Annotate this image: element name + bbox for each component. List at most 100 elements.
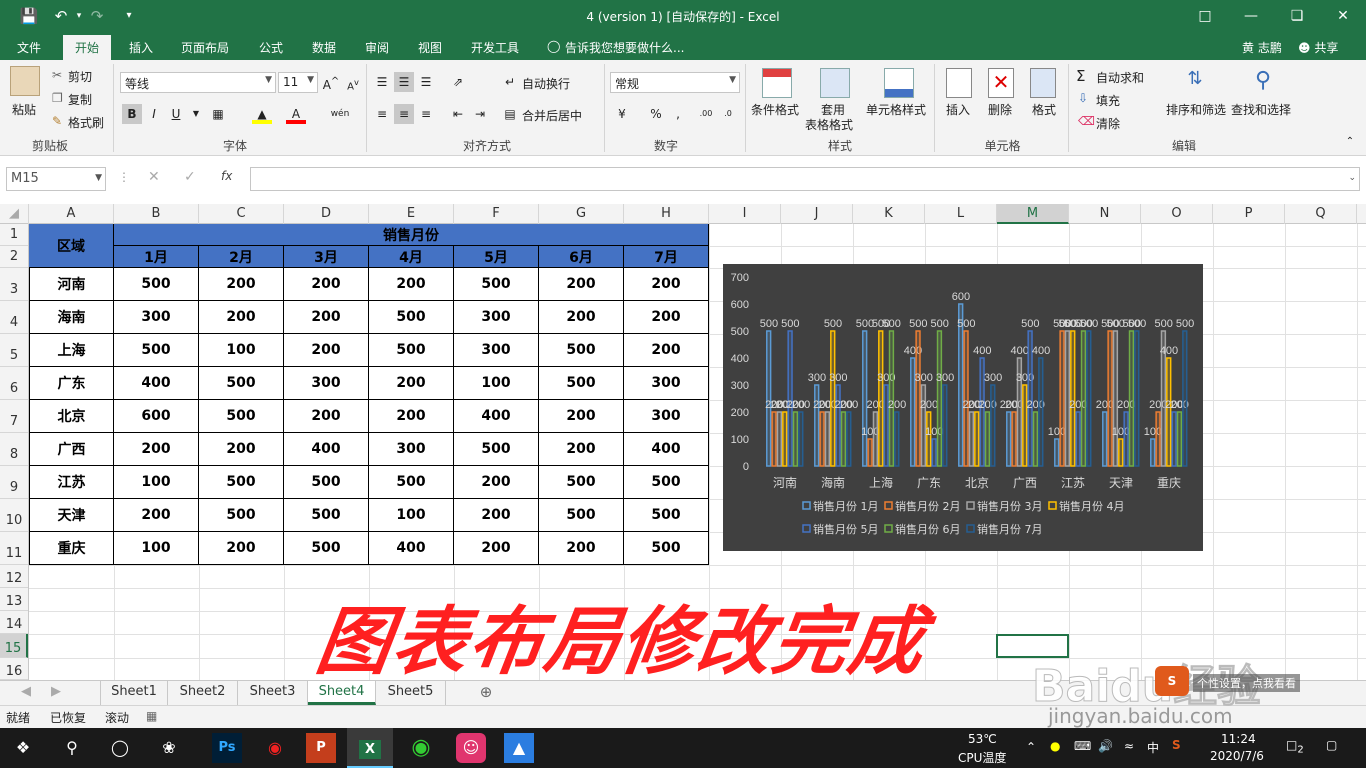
col-header-i[interactable]: I: [709, 204, 781, 224]
network-icon[interactable]: ≈: [1124, 739, 1134, 753]
italic-button[interactable]: I: [144, 104, 164, 124]
number-format-select[interactable]: 常规 ▼: [610, 72, 740, 93]
value-cell[interactable]: 500: [624, 466, 709, 499]
photoshop-icon[interactable]: Ps: [212, 733, 242, 763]
delete-button[interactable]: 删除: [988, 101, 1012, 118]
region-cell[interactable]: 海南: [29, 301, 114, 334]
month-header-cell[interactable]: 2月: [199, 246, 284, 268]
col-header-h[interactable]: H: [624, 204, 709, 224]
bold-button[interactable]: B: [122, 104, 142, 124]
col-header-e[interactable]: E: [369, 204, 454, 224]
value-cell[interactable]: 200: [369, 268, 454, 301]
fill-button[interactable]: 填充: [1096, 92, 1120, 109]
row-header-8[interactable]: 8: [0, 433, 28, 466]
row-header-2[interactable]: 2: [0, 246, 28, 268]
value-cell[interactable]: 300: [114, 301, 199, 334]
value-cell[interactable]: 500: [199, 499, 284, 532]
region-cell[interactable]: 上海: [29, 334, 114, 367]
value-cell[interactable]: 100: [369, 499, 454, 532]
tab-file[interactable]: 文件: [17, 39, 41, 56]
region-cell[interactable]: 河南: [29, 268, 114, 301]
align-bottom-icon[interactable]: ☰: [416, 72, 436, 92]
browser-icon[interactable]: ◉: [406, 733, 436, 763]
value-cell[interactable]: 200: [284, 301, 369, 334]
format-button[interactable]: 格式: [1032, 101, 1056, 118]
value-cell[interactable]: 100: [114, 532, 199, 565]
row-header-14[interactable]: 14: [0, 611, 28, 634]
region-cell[interactable]: 重庆: [29, 532, 114, 565]
col-header-d[interactable]: D: [284, 204, 369, 224]
value-cell[interactable]: 200: [284, 334, 369, 367]
clear-button[interactable]: 清除: [1096, 115, 1120, 132]
share-button[interactable]: ☻ 共享: [1298, 39, 1338, 56]
value-cell[interactable]: 100: [454, 367, 539, 400]
value-cell[interactable]: 400: [624, 433, 709, 466]
value-cell[interactable]: 500: [369, 301, 454, 334]
region-cell[interactable]: 江苏: [29, 466, 114, 499]
select-all-corner[interactable]: ◢: [0, 204, 29, 224]
align-top-icon[interactable]: ☰: [372, 72, 392, 92]
value-cell[interactable]: 200: [114, 433, 199, 466]
value-cell[interactable]: 200: [199, 532, 284, 565]
row-header-12[interactable]: 12: [0, 565, 28, 588]
increase-decimal-icon[interactable]: .00: [696, 104, 716, 124]
name-box[interactable]: M15 ▼: [6, 167, 106, 191]
value-cell[interactable]: 500: [199, 466, 284, 499]
increase-indent-icon[interactable]: ⇥: [470, 104, 490, 124]
value-cell[interactable]: 300: [624, 367, 709, 400]
ime-language[interactable]: 中: [1147, 739, 1159, 756]
border-icon[interactable]: ▦: [208, 104, 228, 124]
value-cell[interactable]: 500: [284, 499, 369, 532]
collapse-ribbon-icon[interactable]: ⌃: [1340, 132, 1360, 152]
value-cell[interactable]: 400: [114, 367, 199, 400]
value-cell[interactable]: 500: [369, 466, 454, 499]
decrease-indent-icon[interactable]: ⇤: [448, 104, 468, 124]
value-cell[interactable]: 200: [539, 532, 624, 565]
sheet-tab-3[interactable]: Sheet3: [238, 681, 308, 705]
find-select-button[interactable]: 查找和选择: [1231, 101, 1291, 118]
value-cell[interactable]: 500: [114, 268, 199, 301]
col-header-f[interactable]: F: [454, 204, 539, 224]
paste-icon[interactable]: [10, 66, 40, 96]
value-cell[interactable]: 500: [539, 466, 624, 499]
value-cell[interactable]: 400: [454, 400, 539, 433]
region-cell[interactable]: 北京: [29, 400, 114, 433]
region-cell[interactable]: 广东: [29, 367, 114, 400]
powerpoint-icon[interactable]: P: [306, 733, 336, 763]
value-cell[interactable]: 500: [199, 367, 284, 400]
cell-styles-button[interactable]: 单元格样式: [866, 101, 926, 118]
percent-button[interactable]: %: [646, 104, 666, 124]
row-header-7[interactable]: 7: [0, 400, 28, 433]
value-cell[interactable]: 500: [454, 268, 539, 301]
region-header-cell[interactable]: 区域: [29, 224, 114, 268]
cut-button[interactable]: 剪切: [68, 68, 92, 85]
tab-insert[interactable]: 插入: [129, 39, 153, 56]
sales-month-header-cell[interactable]: 销售月份: [114, 224, 709, 246]
show-desktop-icon[interactable]: ▢: [1326, 738, 1337, 752]
value-cell[interactable]: 400: [284, 433, 369, 466]
row-header-5[interactable]: 5: [0, 334, 28, 367]
value-cell[interactable]: 200: [199, 433, 284, 466]
tray-keyboard-icon[interactable]: ⌨: [1074, 739, 1091, 753]
value-cell[interactable]: 200: [624, 268, 709, 301]
value-cell[interactable]: 200: [369, 367, 454, 400]
cancel-icon[interactable]: ✕: [148, 169, 160, 185]
copy-button[interactable]: 复制: [68, 91, 92, 108]
macro-record-icon[interactable]: ▦: [146, 709, 157, 723]
underline-button[interactable]: U: [166, 104, 186, 124]
value-cell[interactable]: 300: [369, 433, 454, 466]
row-header-15[interactable]: 15: [0, 634, 28, 658]
value-cell[interactable]: 200: [114, 499, 199, 532]
row-header-6[interactable]: 6: [0, 367, 28, 400]
value-cell[interactable]: 500: [624, 532, 709, 565]
next-sheet-icon[interactable]: ▶: [46, 681, 66, 705]
tab-view[interactable]: 视图: [418, 39, 442, 56]
windows-start-icon[interactable]: ❖: [8, 733, 38, 763]
formula-input[interactable]: ⌄: [250, 167, 1360, 191]
excel-taskbar-icon[interactable]: X: [347, 728, 393, 768]
row-header-16[interactable]: 16: [0, 658, 28, 680]
app-pinwheel-icon[interactable]: ❀: [154, 733, 184, 763]
font-name-select[interactable]: 等线 ▼: [120, 72, 276, 93]
volume-icon[interactable]: 🔊: [1098, 739, 1113, 753]
tray-chevron-icon[interactable]: ⌃: [1026, 740, 1036, 754]
